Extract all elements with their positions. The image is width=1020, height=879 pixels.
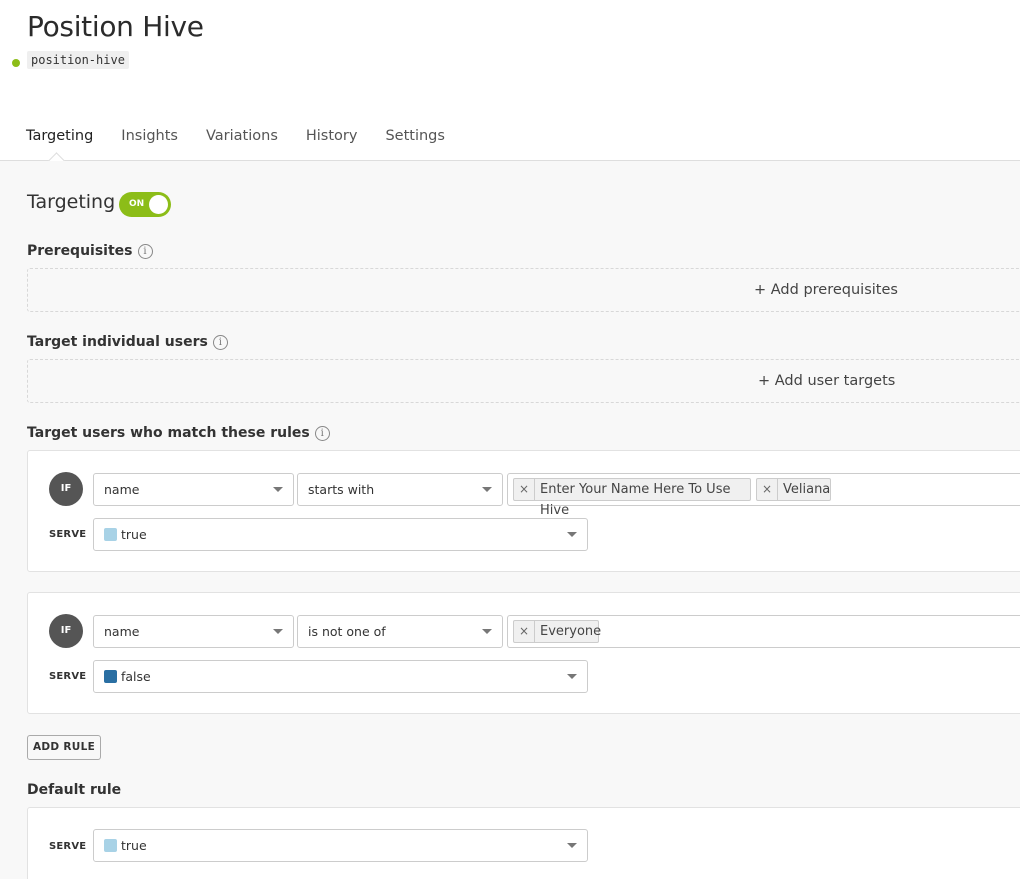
tab-targeting[interactable]: Targeting xyxy=(26,128,93,161)
serve-value: true xyxy=(121,838,147,853)
chevron-down-icon xyxy=(273,629,283,634)
targeting-panel: Targeting ON Prerequisites i + Add prere… xyxy=(0,161,1020,879)
chevron-down-icon xyxy=(567,674,577,679)
default-rule-label: Default rule xyxy=(27,782,121,798)
individual-users-dropzone: + Add user targets xyxy=(27,359,1020,403)
chip-label: Veliana xyxy=(783,482,831,497)
rule-card: IF name is not one of × Everyone SERVE f… xyxy=(27,592,1020,714)
prerequisites-label-text: Prerequisites xyxy=(27,243,133,259)
status-dot xyxy=(12,59,20,67)
attribute-value: name xyxy=(104,624,140,639)
serve-label: SERVE xyxy=(49,529,87,540)
value-chip: × Veliana xyxy=(756,478,831,501)
remove-chip-icon[interactable]: × xyxy=(514,621,535,642)
chevron-down-icon xyxy=(482,629,492,634)
chevron-down-icon xyxy=(567,843,577,848)
chevron-down-icon xyxy=(273,487,283,492)
add-user-targets-link[interactable]: + Add user targets xyxy=(758,360,895,402)
variation-swatch xyxy=(104,839,117,852)
value-chip: × Enter Your Name Here To Use Hive xyxy=(513,478,751,518)
attribute-value: name xyxy=(104,482,140,497)
chip-label: Everyone xyxy=(540,624,602,639)
attribute-select[interactable]: name xyxy=(93,615,294,648)
serve-select[interactable]: false xyxy=(93,660,588,693)
tab-history[interactable]: History xyxy=(306,128,358,161)
variation-swatch xyxy=(104,670,117,683)
prerequisites-label: Prerequisites i xyxy=(27,243,153,259)
individual-users-label: Target individual users i xyxy=(27,334,228,350)
default-serve-select[interactable]: true xyxy=(93,829,588,862)
targeting-toggle[interactable]: ON xyxy=(119,192,171,217)
flag-key: position-hive xyxy=(27,51,129,69)
rules-label-text: Target users who match these rules xyxy=(27,425,310,441)
add-rule-button[interactable]: ADD RULE xyxy=(27,735,101,760)
serve-label: SERVE xyxy=(49,671,87,682)
operator-select[interactable]: starts with xyxy=(297,473,503,506)
tab-insights[interactable]: Insights xyxy=(121,128,178,161)
if-badge: IF xyxy=(49,472,83,506)
default-rule-card: SERVE true xyxy=(27,807,1020,879)
prerequisites-dropzone: + Add prerequisites xyxy=(27,268,1020,312)
individual-users-label-text: Target individual users xyxy=(27,334,208,350)
rules-label: Target users who match these rules i xyxy=(27,425,330,441)
default-rule-label-text: Default rule xyxy=(27,782,122,798)
attribute-select[interactable]: name xyxy=(93,473,294,506)
toggle-knob xyxy=(149,195,168,214)
toggle-label: ON xyxy=(129,199,145,209)
tab-settings[interactable]: Settings xyxy=(385,128,444,161)
flag-header: Position Hive position-hive Targeting In… xyxy=(0,0,1020,161)
serve-label: SERVE xyxy=(49,841,87,852)
value-chip: × Everyone xyxy=(513,620,602,643)
tab-variations[interactable]: Variations xyxy=(206,128,278,161)
operator-value: is not one of xyxy=(308,624,386,639)
info-icon[interactable]: i xyxy=(137,243,153,259)
operator-value: starts with xyxy=(308,482,375,497)
serve-value: true xyxy=(121,527,147,542)
operator-select[interactable]: is not one of xyxy=(297,615,503,648)
chevron-down-icon xyxy=(567,532,577,537)
if-badge: IF xyxy=(49,614,83,648)
targeting-title: Targeting xyxy=(27,191,116,213)
remove-chip-icon[interactable]: × xyxy=(757,479,778,500)
add-prerequisites-link[interactable]: + Add prerequisites xyxy=(754,269,898,311)
info-icon[interactable]: i xyxy=(314,425,330,441)
rule-card: IF name starts with × Enter Your Name He… xyxy=(27,450,1020,572)
page-title: Position Hive xyxy=(27,10,204,43)
remove-chip-icon[interactable]: × xyxy=(514,479,535,500)
values-input[interactable]: × Enter Your Name Here To Use Hive × Vel… xyxy=(507,473,1020,518)
serve-select[interactable]: true xyxy=(93,518,588,551)
values-input[interactable]: × Everyone xyxy=(507,615,1020,648)
tab-bar: Targeting Insights Variations History Se… xyxy=(26,128,473,161)
serve-value: false xyxy=(121,669,151,684)
chevron-down-icon xyxy=(482,487,492,492)
info-icon[interactable]: i xyxy=(212,334,228,350)
variation-swatch xyxy=(104,528,117,541)
chip-label: Enter Your Name Here To Use Hive xyxy=(540,482,731,518)
